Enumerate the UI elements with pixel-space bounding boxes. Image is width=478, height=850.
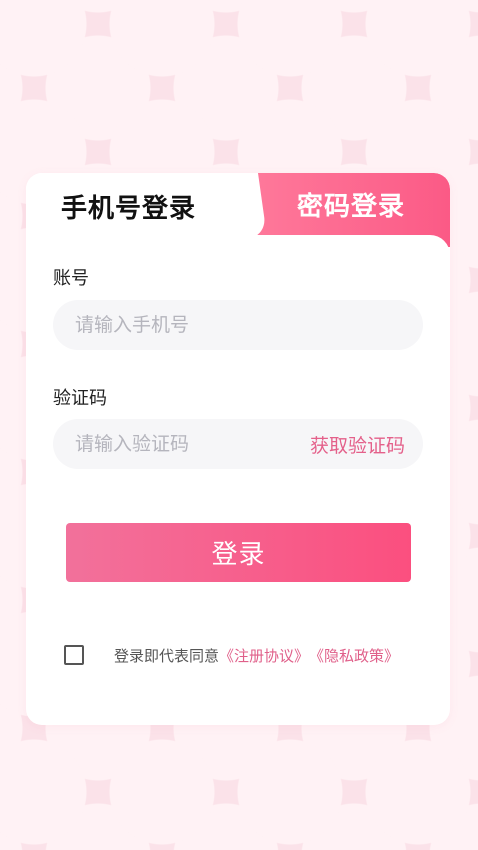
agreement-text: 登录即代表同意 xyxy=(114,646,220,665)
login-card: 密码登录 手机号登录 账号 验证码 获取验证码 登录 登录即代表同意 《注册协议… xyxy=(26,173,450,725)
code-label: 验证码 xyxy=(53,388,107,409)
tab-underlay xyxy=(26,235,450,255)
phone-input[interactable] xyxy=(73,313,405,337)
login-button[interactable]: 登录 xyxy=(66,523,411,582)
code-input[interactable] xyxy=(73,432,310,456)
code-input-wrapper: 获取验证码 xyxy=(53,419,423,469)
terms-link[interactable]: 《注册协议》 xyxy=(219,645,309,666)
get-code-button[interactable]: 获取验证码 xyxy=(310,431,405,458)
agreement-checkbox[interactable] xyxy=(64,645,84,665)
login-tabs: 密码登录 手机号登录 xyxy=(26,173,450,255)
agreement-row: 登录即代表同意 《注册协议》 《隐私政策》 xyxy=(64,642,444,668)
account-label: 账号 xyxy=(53,268,89,289)
tab-password-login-label: 密码登录 xyxy=(296,191,405,222)
privacy-link[interactable]: 《隐私政策》 xyxy=(309,645,399,666)
tab-phone-login-label: 手机号登录 xyxy=(60,193,196,224)
tab-phone-login[interactable]: 手机号登录 xyxy=(26,173,231,239)
phone-input-wrapper xyxy=(53,300,423,350)
